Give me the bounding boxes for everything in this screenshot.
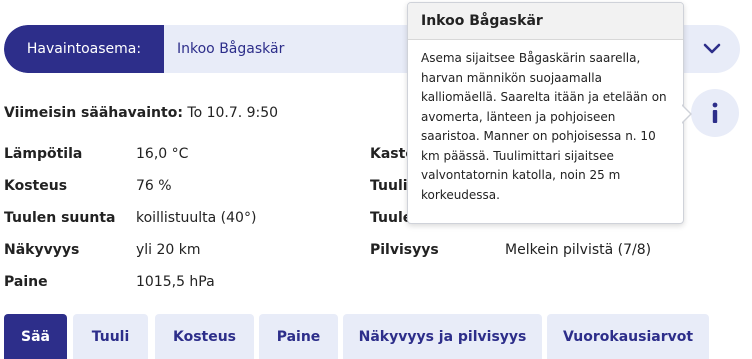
info-button[interactable] bbox=[691, 89, 739, 137]
tab-visibility-cloudiness[interactable]: Näkyvyys ja pilvisyys bbox=[343, 314, 542, 359]
latest-observation-time: To 10.7. 9:50 bbox=[187, 105, 279, 121]
popover-line: korkeudessa. bbox=[421, 187, 500, 202]
tab-wind[interactable]: Tuuli bbox=[73, 314, 148, 359]
popover-line: kalliomäellä. Saarelta itään ja etelään … bbox=[421, 90, 667, 104]
chevron-down-icon[interactable] bbox=[700, 37, 724, 61]
observation-value: koillistuulta (40°) bbox=[136, 210, 257, 226]
observation-value: yli 20 km bbox=[136, 242, 201, 258]
observation-value: Melkein pilvistä (7/8) bbox=[505, 242, 652, 258]
popover-title: Inkoo Bågaskär bbox=[408, 3, 683, 40]
observation-key: Paine bbox=[4, 274, 48, 290]
popover-line: km päässä. Tuulimittari sijaitsee bbox=[421, 148, 614, 163]
tab-humidity[interactable]: Kosteus bbox=[155, 314, 254, 359]
popover-line: avomerta, länteen ja pohjoiseen bbox=[421, 109, 616, 124]
observation-key: Pilvisyys bbox=[370, 242, 439, 258]
station-info-popover: Inkoo Bågaskär Asema sijaitsee Bågaskäri… bbox=[407, 2, 684, 224]
tab-daily-values[interactable]: Vuorokausiarvot bbox=[547, 314, 709, 359]
observation-value: 76 % bbox=[136, 178, 172, 194]
observation-row: Lämpötila 16,0 °C bbox=[4, 146, 188, 162]
observation-value: 1015,5 hPa bbox=[136, 274, 215, 290]
info-icon bbox=[712, 102, 718, 123]
latest-observation: Viimeisin säähavainto: To 10.7. 9:50 bbox=[4, 105, 278, 121]
station-selector-label: Havaintoasema: bbox=[4, 25, 164, 73]
tab-pressure[interactable]: Paine bbox=[259, 314, 338, 359]
observation-key: Tuulen suunta bbox=[4, 210, 116, 226]
station-selector-value[interactable]: Inkoo Bågaskär bbox=[177, 25, 284, 73]
popover-body: Asema sijaitsee Bågaskärin saarella, har… bbox=[408, 40, 683, 214]
observation-row: Näkyvyys yli 20 km bbox=[4, 242, 201, 258]
observation-row: Pilvisyys Melkein pilvistä (7/8) bbox=[370, 242, 651, 258]
latest-observation-label: Viimeisin säähavainto: bbox=[4, 105, 183, 121]
popover-line: harvan männikön suojaamalla bbox=[421, 70, 602, 85]
observation-row: Tuulen suunta koillistuulta (40°) bbox=[4, 210, 256, 226]
popover-arrow bbox=[681, 104, 692, 124]
popover-line: valvontatornin katolla, noin 25 m bbox=[421, 168, 621, 182]
observation-value: 16,0 °C bbox=[136, 146, 189, 162]
tab-weather[interactable]: Sää bbox=[4, 314, 67, 359]
observation-key: Kosteus bbox=[4, 178, 68, 194]
popover-line: saaristoa. Manner on pohjoisessa n. 10 bbox=[421, 129, 656, 143]
observation-row: Kosteus 76 % bbox=[4, 178, 172, 194]
popover-line: Asema sijaitsee Bågaskärin saarella, bbox=[421, 51, 641, 65]
observation-key: Lämpötila bbox=[4, 146, 83, 162]
observation-row: Paine 1015,5 hPa bbox=[4, 274, 215, 290]
observation-key: Näkyvyys bbox=[4, 242, 80, 258]
